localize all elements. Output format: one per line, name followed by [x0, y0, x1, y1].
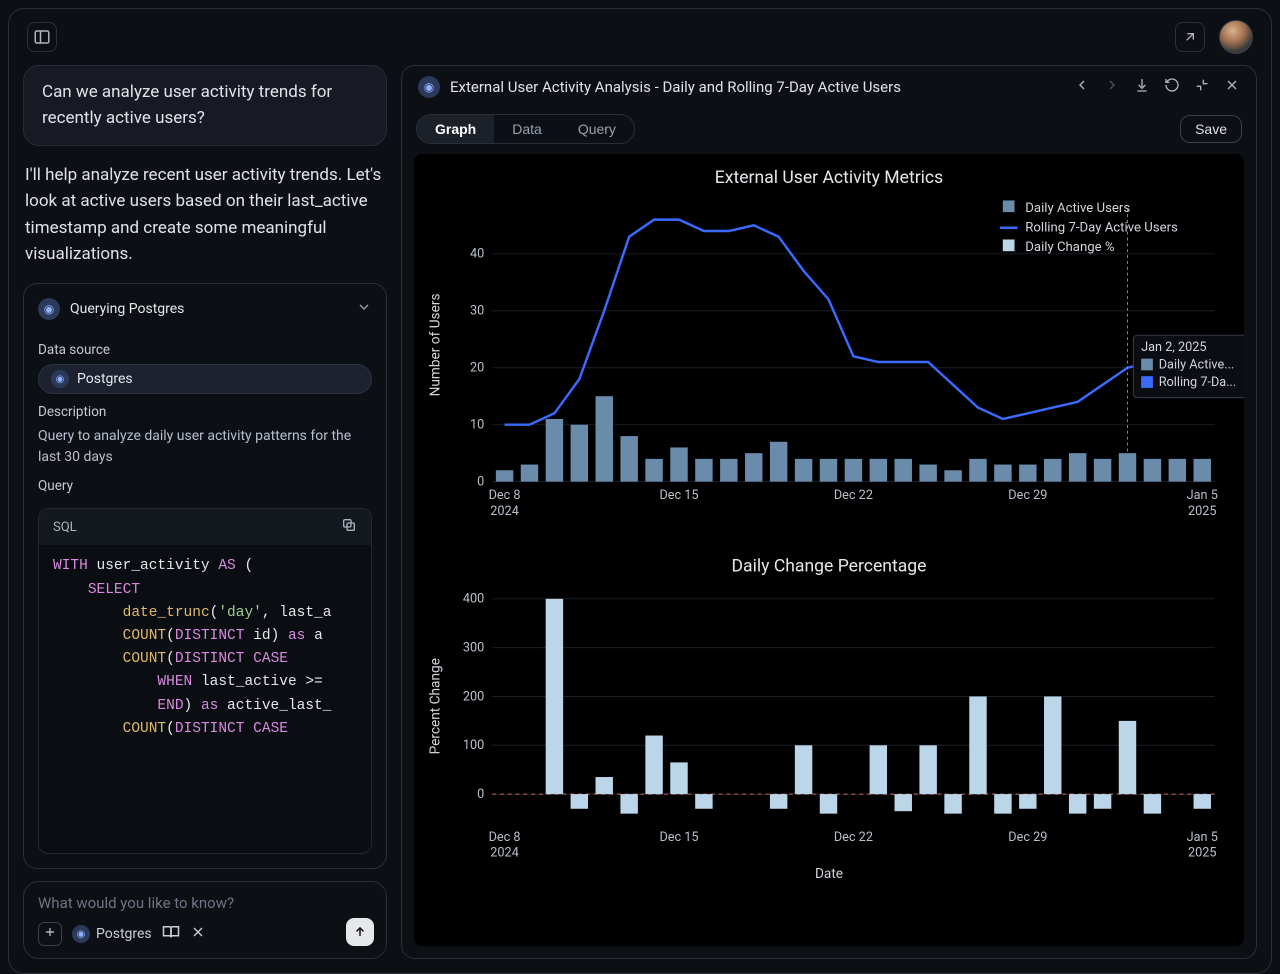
sql-block: SQL WITH user_activity AS ( SELECT date_… [38, 508, 372, 854]
postgres-icon: ◉ [38, 298, 60, 320]
svg-text:Number of Users: Number of Users [427, 293, 443, 396]
datasource-value: Postgres [77, 371, 133, 387]
svg-text:Rolling 7-Day Active Users: Rolling 7-Day Active Users [1025, 221, 1178, 236]
download-icon[interactable] [1134, 77, 1150, 97]
svg-text:200: 200 [463, 689, 484, 704]
copy-icon[interactable] [341, 517, 357, 537]
datasource-label: Data source [38, 342, 372, 358]
svg-text:Date: Date [815, 866, 843, 882]
sql-lang-label: SQL [53, 520, 77, 535]
svg-text:Daily Change %: Daily Change % [1025, 240, 1115, 255]
nav-forward-icon[interactable] [1104, 77, 1120, 97]
svg-text:2024: 2024 [490, 504, 519, 519]
tab-query[interactable]: Query [560, 115, 634, 143]
refresh-icon[interactable] [1164, 77, 1180, 97]
right-panel: ◉ External User Activity Analysis - Dail… [401, 65, 1257, 959]
book-icon[interactable] [162, 923, 180, 945]
svg-text:Jan 5: Jan 5 [1187, 488, 1218, 503]
tool-card: ◉ Querying Postgres Data source ◉ Postgr… [23, 283, 387, 869]
svg-text:Daily Active Users: Daily Active Users [1025, 201, 1130, 216]
svg-text:Rolling 7-Da...: Rolling 7-Da... [1159, 375, 1237, 390]
open-external-icon[interactable] [1175, 22, 1205, 52]
svg-text:Dec 15: Dec 15 [659, 488, 698, 503]
svg-text:Dec 15: Dec 15 [659, 830, 698, 845]
svg-text:20: 20 [470, 361, 484, 376]
user-message: Can we analyze user activity trends for … [23, 65, 387, 146]
tab-data[interactable]: Data [494, 115, 560, 143]
svg-text:Jan 2, 2025: Jan 2, 2025 [1141, 340, 1206, 355]
svg-text:External User Activity Metrics: External User Activity Metrics [715, 168, 943, 188]
svg-text:0: 0 [477, 787, 484, 802]
svg-text:Dec 29: Dec 29 [1008, 488, 1047, 503]
assistant-message: I'll help analyze recent user activity t… [23, 158, 387, 271]
topbar [9, 9, 1271, 65]
datasource-chip: ◉ Postgres [38, 364, 372, 394]
svg-text:100: 100 [463, 738, 484, 753]
tab-graph[interactable]: Graph [417, 115, 494, 143]
chevron-down-icon[interactable] [356, 299, 372, 319]
composer[interactable]: What would you like to know? ◉ Postgres [23, 881, 387, 959]
close-icon[interactable] [190, 924, 206, 944]
svg-text:Percent Change: Percent Change [427, 658, 443, 754]
svg-text:40: 40 [470, 247, 484, 262]
svg-text:Daily Change Percentage: Daily Change Percentage [732, 556, 927, 576]
add-icon[interactable] [38, 922, 62, 946]
composer-placeholder[interactable]: What would you like to know? [38, 894, 372, 912]
chart-area: External User Activity Metrics 0 10 20 30 40 N… [414, 154, 1244, 946]
svg-text:0: 0 [477, 475, 484, 490]
svg-text:Jan 5: Jan 5 [1187, 830, 1218, 845]
panel-title: External User Activity Analysis - Daily … [450, 78, 901, 96]
svg-text:Dec 22: Dec 22 [834, 488, 873, 503]
description-text: Query to analyze daily user activity pat… [38, 426, 372, 468]
composer-chip[interactable]: ◉ Postgres [72, 925, 152, 943]
svg-text:Daily Active...: Daily Active... [1159, 357, 1235, 372]
svg-text:Dec 29: Dec 29 [1008, 830, 1047, 845]
tabs: Graph Data Query [416, 114, 635, 144]
svg-text:Dec 22: Dec 22 [834, 830, 873, 845]
svg-text:Dec 8: Dec 8 [489, 830, 521, 845]
avatar[interactable] [1219, 20, 1253, 54]
send-button[interactable] [346, 918, 374, 946]
postgres-icon: ◉ [418, 76, 440, 98]
tool-title: Querying Postgres [70, 301, 184, 317]
composer-chip-label: Postgres [96, 926, 152, 942]
svg-text:400: 400 [463, 592, 484, 607]
svg-text:30: 30 [470, 304, 484, 319]
svg-text:2024: 2024 [490, 846, 519, 861]
postgres-icon: ◉ [51, 370, 69, 388]
description-label: Description [38, 404, 372, 420]
svg-text:300: 300 [463, 641, 484, 656]
svg-text:2025: 2025 [1188, 504, 1217, 519]
svg-text:2025: 2025 [1188, 846, 1217, 861]
nav-back-icon[interactable] [1074, 77, 1090, 97]
query-label: Query [38, 478, 372, 494]
sidebar-toggle-icon[interactable] [27, 22, 57, 52]
sql-code: WITH user_activity AS ( SELECT date_trun… [39, 545, 371, 853]
svg-text:Dec 8: Dec 8 [489, 488, 521, 503]
postgres-icon: ◉ [72, 925, 90, 943]
close-icon[interactable] [1224, 77, 1240, 97]
collapse-icon[interactable] [1194, 77, 1210, 97]
svg-text:10: 10 [470, 418, 484, 433]
save-button[interactable]: Save [1180, 115, 1242, 143]
